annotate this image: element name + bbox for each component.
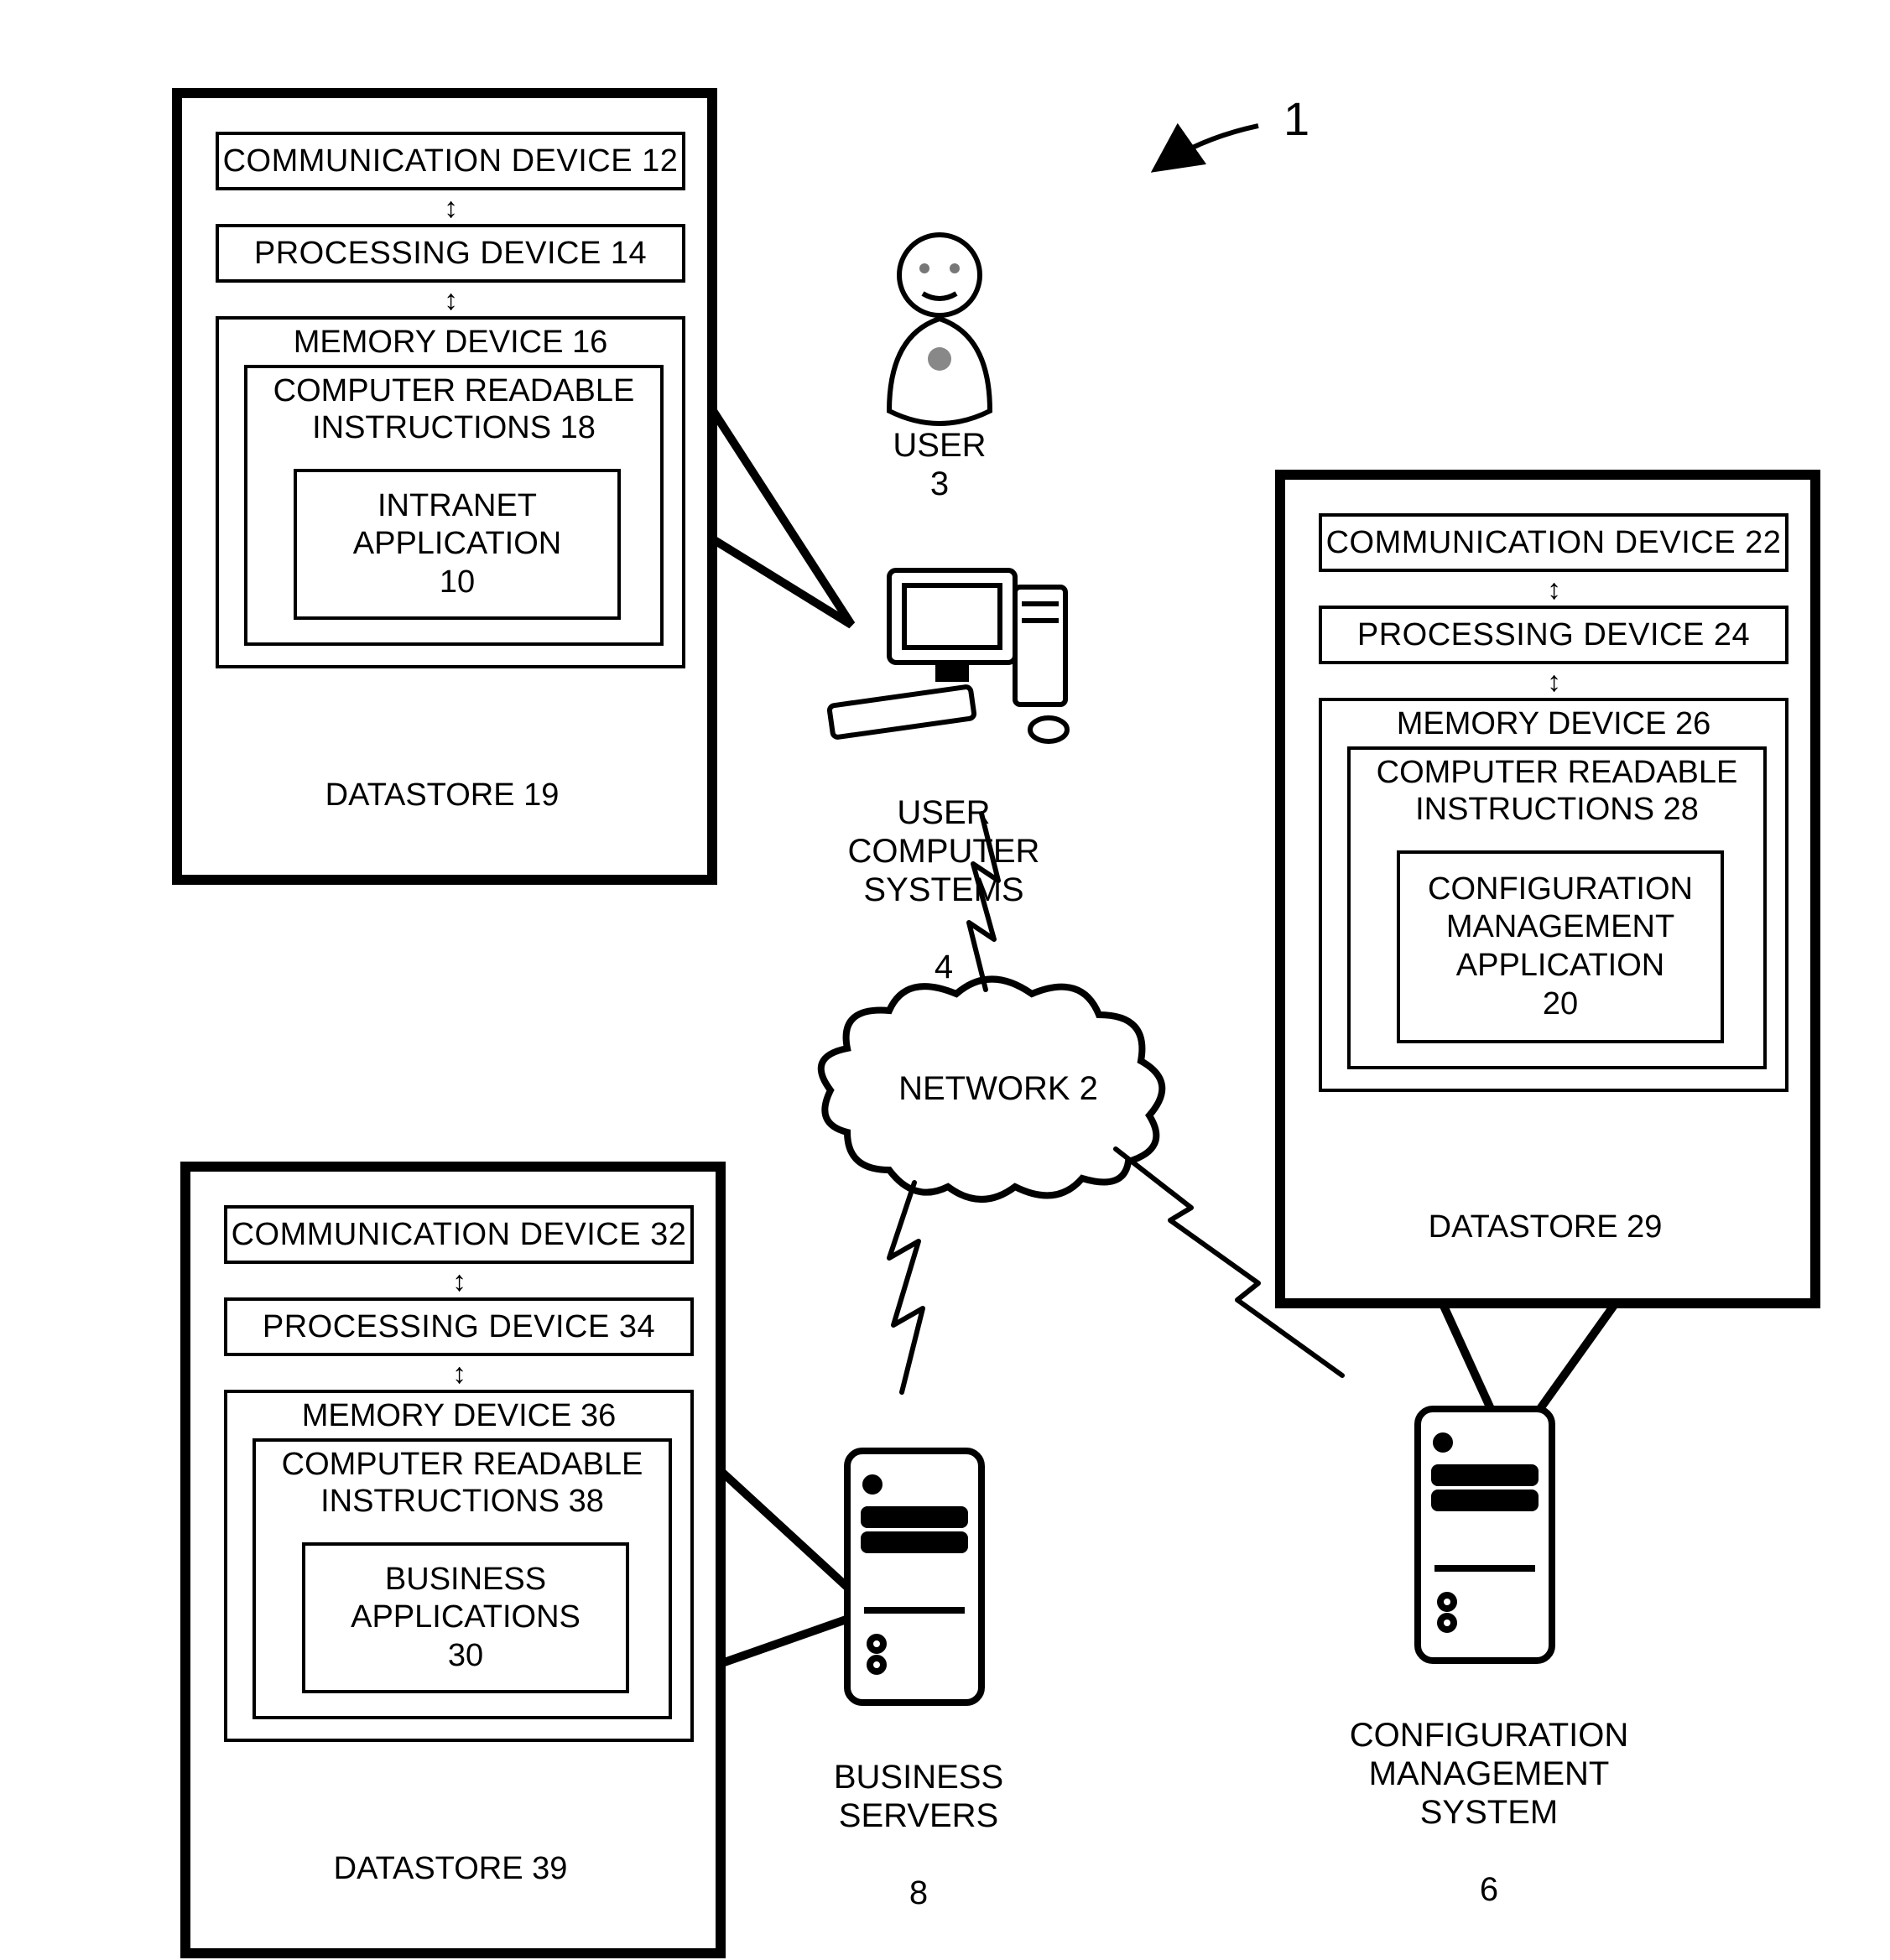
config-system-label: CONFIGURATION MANAGEMENT SYSTEM 6 bbox=[1321, 1677, 1657, 1909]
config-server-icon bbox=[1418, 1409, 1552, 1661]
figure-ref-arrow bbox=[1158, 126, 1258, 168]
cri-a: COMPUTER READABLE INSTRUCTIONS 18 INTRAN… bbox=[244, 365, 664, 646]
callout-a bbox=[709, 404, 851, 625]
comm-device-b: COMMUNICATION DEVICE 22 bbox=[1319, 513, 1788, 572]
user-label-num: 3 bbox=[930, 465, 949, 502]
desktop-icon bbox=[829, 570, 1067, 741]
arrow-c-1: ↕ bbox=[452, 1266, 466, 1298]
datastore-c-label: DATASTORE 39 bbox=[190, 1851, 711, 1888]
cri-title-c: COMPUTER READABLE INSTRUCTIONS 38 bbox=[256, 1442, 669, 1520]
business-servers-label: BUSINESS SERVERS 8 bbox=[793, 1719, 1044, 1912]
cri-c: COMPUTER READABLE INSTRUCTIONS 38 BUSINE… bbox=[253, 1438, 672, 1719]
comm-device-a: COMMUNICATION DEVICE 12 bbox=[216, 132, 685, 190]
memory-device-c: MEMORY DEVICE 36 COMPUTER READABLE INSTR… bbox=[224, 1390, 694, 1742]
arrow-c-2: ↕ bbox=[452, 1358, 466, 1391]
app-b: CONFIGURATION MANAGEMENT APPLICATION 20 bbox=[1397, 850, 1724, 1043]
diagram-stage: 1 COMMUNICATION DEVICE 12 ↕ PROCESSING D… bbox=[0, 0, 1890, 1960]
cri-title-a: COMPUTER READABLE INSTRUCTIONS 18 bbox=[247, 368, 660, 446]
arrow-a-1: ↕ bbox=[444, 192, 458, 225]
bs-text: BUSINESS SERVERS bbox=[834, 1759, 1003, 1834]
user-cs-label: USER COMPUTER SYSTEMS 4 bbox=[805, 755, 1082, 986]
comm-device-c: COMMUNICATION DEVICE 32 bbox=[224, 1205, 694, 1264]
user-icon bbox=[889, 235, 990, 424]
app-c: BUSINESS APPLICATIONS 30 bbox=[302, 1542, 629, 1693]
callout-box-c: COMMUNICATION DEVICE 32 ↕ PROCESSING DEV… bbox=[180, 1162, 726, 1958]
cri-b: COMPUTER READABLE INSTRUCTIONS 28 CONFIG… bbox=[1347, 746, 1767, 1069]
proc-device-a: PROCESSING DEVICE 14 bbox=[216, 224, 685, 283]
memory-title-b: MEMORY DEVICE 26 bbox=[1322, 701, 1785, 742]
memory-device-a: MEMORY DEVICE 16 COMPUTER READABLE INSTR… bbox=[216, 316, 685, 668]
proc-device-c: PROCESSING DEVICE 34 bbox=[224, 1297, 694, 1356]
arrow-a-2: ↕ bbox=[444, 284, 458, 317]
callout-box-b: COMMUNICATION DEVICE 22 ↕ PROCESSING DEV… bbox=[1275, 470, 1820, 1308]
network-label: NETWORK 2 bbox=[889, 1069, 1107, 1108]
figure-ref-label: 1 bbox=[1283, 92, 1309, 146]
datastore-b-label: DATASTORE 29 bbox=[1285, 1209, 1805, 1246]
business-server-icon bbox=[847, 1451, 981, 1703]
user-cs-num: 4 bbox=[935, 949, 953, 985]
datastore-a-label: DATASTORE 19 bbox=[182, 777, 702, 814]
user-cs-text: USER COMPUTER SYSTEMS bbox=[848, 794, 1040, 908]
arrow-b-1: ↕ bbox=[1547, 574, 1561, 606]
cfg-text: CONFIGURATION MANAGEMENT SYSTEM bbox=[1350, 1717, 1629, 1831]
proc-device-b: PROCESSING DEVICE 24 bbox=[1319, 606, 1788, 664]
cfg-num: 6 bbox=[1480, 1871, 1498, 1908]
user-label: USER 3 bbox=[856, 426, 1023, 503]
arrow-b-2: ↕ bbox=[1547, 666, 1561, 699]
callout-box-a: COMMUNICATION DEVICE 12 ↕ PROCESSING DEV… bbox=[172, 88, 717, 885]
bs-num: 8 bbox=[909, 1874, 928, 1911]
memory-title-a: MEMORY DEVICE 16 bbox=[219, 320, 682, 361]
cri-title-b: COMPUTER READABLE INSTRUCTIONS 28 bbox=[1351, 750, 1763, 828]
app-a: INTRANET APPLICATION 10 bbox=[294, 469, 621, 620]
memory-device-b: MEMORY DEVICE 26 COMPUTER READABLE INSTR… bbox=[1319, 698, 1788, 1092]
memory-title-c: MEMORY DEVICE 36 bbox=[227, 1393, 690, 1434]
user-label-text: USER bbox=[893, 427, 986, 464]
